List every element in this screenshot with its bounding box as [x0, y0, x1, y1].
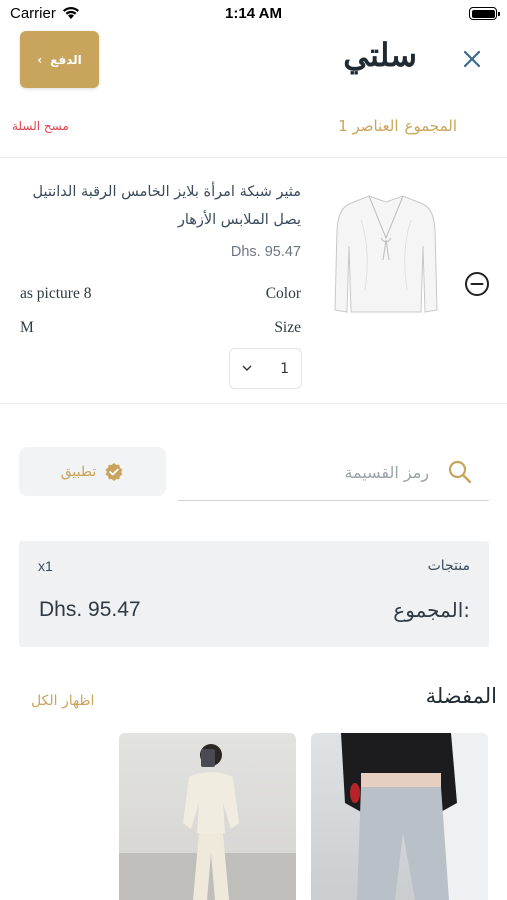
product-price: Dhs. 95.47	[230, 244, 301, 260]
summary-total-value: Dhs. 95.47	[39, 598, 141, 621]
total-label: المجموع	[404, 117, 457, 135]
apply-coupon-label: تطبيق	[60, 463, 97, 480]
coupon-placeholder: رمز القسيمة	[344, 463, 429, 482]
quantity-select[interactable]: 1	[229, 348, 302, 389]
summary-products-label: منتجات	[427, 558, 470, 574]
total-items-count: 1 العناصر	[338, 117, 399, 135]
search-icon	[448, 460, 472, 484]
status-bar: Carrier 1:14 AM	[0, 0, 507, 28]
summary-count: x1	[38, 558, 53, 574]
divider	[0, 403, 507, 404]
apply-coupon-button[interactable]: تطبيق	[19, 447, 166, 496]
quantity-value: 1	[280, 360, 289, 377]
attribute-label-color: Color	[265, 285, 301, 302]
attribute-value-color: as picture 8	[20, 285, 92, 302]
favorites-title: المفضلة	[425, 684, 497, 708]
chevron-down-icon	[242, 365, 252, 371]
cart-total-items: 1 العناصر المجموع	[338, 117, 457, 135]
chevron-left-icon: ‹	[37, 52, 43, 67]
battery-icon	[469, 7, 500, 20]
product-image[interactable]	[331, 190, 441, 320]
favorite-product-card[interactable]	[119, 733, 296, 900]
attribute-label-size: Size	[274, 319, 301, 336]
page-title: سلتي	[343, 36, 417, 74]
close-icon[interactable]	[461, 48, 483, 70]
clock: 1:14 AM	[225, 5, 282, 22]
show-all-link[interactable]: اظهار الكل	[31, 693, 94, 709]
summary-total-label: المجموع:	[393, 598, 470, 622]
checkout-button[interactable]: ‹ الدفع	[20, 31, 99, 88]
verified-badge-icon	[105, 462, 123, 481]
product-name[interactable]: مثير شبكة امرأة بلايز الخامس الرقبة الدا…	[6, 178, 301, 234]
favorite-product-image	[119, 744, 296, 900]
clear-cart-link[interactable]: مسح السلة	[12, 119, 69, 133]
attribute-value-size: M	[20, 319, 34, 336]
favorite-product-image	[341, 733, 488, 900]
divider	[0, 157, 507, 158]
checkout-button-label: الدفع	[50, 52, 82, 67]
favorite-product-card[interactable]	[311, 733, 488, 900]
order-summary: منتجات x1 المجموع: Dhs. 95.47	[19, 541, 489, 647]
coupon-input[interactable]: رمز القسيمة	[178, 448, 489, 501]
remove-item-icon[interactable]	[464, 271, 490, 297]
